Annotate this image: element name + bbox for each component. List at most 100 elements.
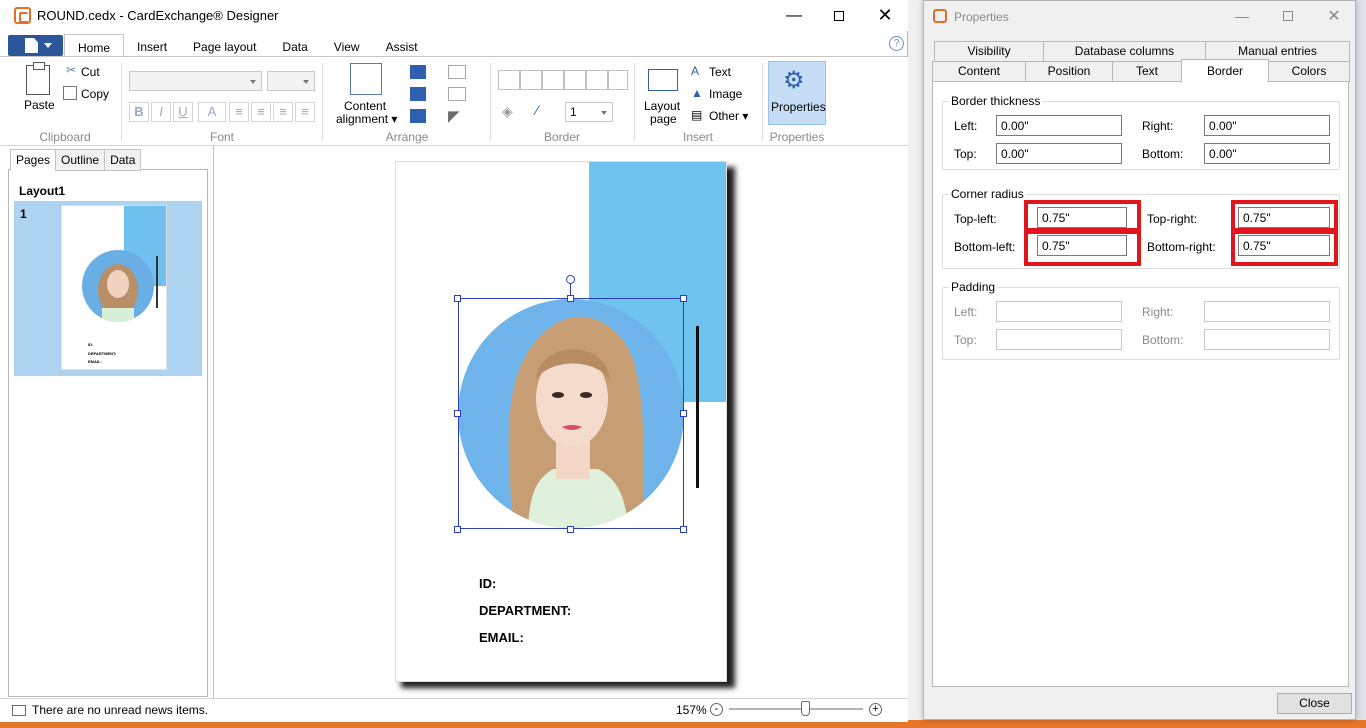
- thumbnail-line: [156, 256, 158, 308]
- minimize-icon[interactable]: —: [1219, 1, 1265, 31]
- rotate-icon[interactable]: ◤: [448, 107, 460, 125]
- background-window-edge: [1356, 0, 1366, 720]
- layout-page-button-line2[interactable]: page: [650, 112, 677, 126]
- thumbnail-label-id: ID:: [88, 342, 94, 347]
- bottom-right-label: Bottom-right:: [1147, 240, 1216, 254]
- padding-left-input[interactable]: [996, 301, 1122, 322]
- border-width-select[interactable]: 1: [565, 102, 613, 122]
- border-right-input[interactable]: 0.00": [1204, 115, 1330, 136]
- tab-insert[interactable]: Insert: [124, 34, 180, 57]
- image-icon: ▲: [691, 86, 703, 100]
- tab-position[interactable]: Position: [1025, 61, 1113, 82]
- resize-handle-bottom-left[interactable]: [454, 526, 461, 533]
- line-color-icon[interactable]: ∕: [536, 102, 538, 118]
- zoom-slider-thumb[interactable]: [801, 701, 810, 716]
- tab-pages[interactable]: Pages: [10, 149, 57, 171]
- maximize-icon[interactable]: [1265, 1, 1311, 31]
- group-label-properties: Properties: [769, 130, 825, 144]
- tab-assist[interactable]: Assist: [373, 34, 431, 57]
- padding-bottom-label: Bottom:: [1142, 333, 1184, 347]
- font-size-select[interactable]: [267, 71, 315, 91]
- align-center-icon[interactable]: ≡: [251, 102, 271, 122]
- fill-bucket-icon[interactable]: ◈: [502, 103, 513, 120]
- padding-right-input[interactable]: [1204, 301, 1330, 322]
- tab-data[interactable]: Data: [269, 34, 320, 57]
- gear-icon: ⚙: [783, 67, 805, 94]
- resize-handle-top[interactable]: [567, 295, 574, 302]
- zoom-out-button[interactable]: -: [710, 703, 723, 716]
- font-color-button[interactable]: A: [198, 102, 226, 122]
- resize-handle-top-left[interactable]: [454, 295, 461, 302]
- border-left-label: Left:: [954, 119, 978, 133]
- align-justify-icon[interactable]: ≡: [295, 102, 315, 122]
- copy-button[interactable]: Copy: [81, 87, 109, 101]
- news-icon[interactable]: [12, 705, 26, 716]
- align-left-icon[interactable]: ≡: [229, 102, 249, 122]
- tab-outline[interactable]: Outline: [55, 149, 106, 171]
- tab-home[interactable]: Home: [64, 34, 125, 57]
- padding-top-input[interactable]: [996, 329, 1122, 350]
- border-left-input[interactable]: 0.00": [996, 115, 1122, 136]
- tab-text[interactable]: Text: [1112, 61, 1182, 82]
- close-icon[interactable]: ✕: [862, 0, 908, 31]
- border-top-label: Top:: [954, 147, 977, 161]
- border-sides-icons[interactable]: [498, 70, 628, 90]
- corner-radius-legend: Corner radius: [949, 187, 1026, 201]
- italic-button[interactable]: I: [151, 102, 171, 122]
- resize-handle-top-right[interactable]: [680, 295, 687, 302]
- resize-handle-bottom-right[interactable]: [680, 526, 687, 533]
- minimize-icon[interactable]: —: [771, 0, 817, 31]
- layout-page-icon[interactable]: [648, 69, 678, 91]
- group-icon[interactable]: [410, 109, 426, 123]
- tab-data-panel[interactable]: Data: [104, 149, 142, 171]
- font-family-select[interactable]: [129, 71, 262, 91]
- zoom-in-button[interactable]: +: [869, 703, 882, 716]
- underline-button[interactable]: U: [173, 102, 193, 122]
- copy-icon: [63, 86, 77, 100]
- selection-box: [458, 298, 684, 529]
- paste-icon[interactable]: [26, 62, 50, 95]
- designer-window: ROUND.cedx - CardExchange® Designer — ✕ …: [0, 0, 908, 722]
- insert-text-button[interactable]: Text: [709, 65, 731, 79]
- tab-colors[interactable]: Colors: [1268, 61, 1350, 82]
- padding-bottom-input[interactable]: [1204, 329, 1330, 350]
- help-icon[interactable]: ?: [889, 36, 904, 51]
- card-vertical-line[interactable]: [696, 326, 699, 488]
- border-top-input[interactable]: 0.00": [996, 143, 1122, 164]
- layout-page-button-line1[interactable]: Layout: [644, 99, 680, 113]
- tab-visibility[interactable]: Visibility: [934, 41, 1044, 62]
- content-alignment-button-line1[interactable]: Content: [344, 99, 386, 113]
- resize-handle-bottom[interactable]: [567, 526, 574, 533]
- align-icon[interactable]: [448, 65, 466, 79]
- paste-button[interactable]: Paste: [24, 98, 55, 112]
- insert-other-button[interactable]: Other ▾: [709, 109, 748, 123]
- content-alignment-button-line2[interactable]: alignment ▾: [336, 112, 397, 126]
- card-label-department[interactable]: DEPARTMENT:: [479, 603, 571, 618]
- tab-view[interactable]: View: [321, 34, 373, 57]
- cut-button[interactable]: Cut: [81, 65, 100, 79]
- card-label-id[interactable]: ID:: [479, 576, 496, 591]
- send-backward-icon[interactable]: [410, 87, 426, 101]
- maximize-icon[interactable]: [816, 0, 862, 31]
- tab-page-layout[interactable]: Page layout: [180, 34, 269, 57]
- distribute-icon[interactable]: [448, 87, 466, 101]
- cardexchange-logo-icon: [14, 7, 31, 24]
- bring-forward-icon[interactable]: [410, 65, 426, 79]
- page-thumbnail[interactable]: ID: DEPARTMENT: EMAIL:: [61, 205, 167, 370]
- close-icon[interactable]: ✕: [1311, 1, 1357, 31]
- properties-button[interactable]: ⚙ Properties: [768, 61, 826, 125]
- resize-handle-left[interactable]: [454, 410, 461, 417]
- card-label-email[interactable]: EMAIL:: [479, 630, 524, 645]
- content-alignment-icon[interactable]: [350, 63, 382, 95]
- zoom-slider[interactable]: [729, 708, 863, 710]
- rotation-handle[interactable]: [566, 275, 575, 284]
- resize-handle-right[interactable]: [680, 410, 687, 417]
- bold-button[interactable]: B: [129, 102, 149, 122]
- close-button[interactable]: Close: [1277, 693, 1352, 714]
- border-bottom-input[interactable]: 0.00": [1204, 143, 1330, 164]
- file-menu-button[interactable]: [8, 35, 63, 56]
- insert-image-button[interactable]: Image: [709, 87, 742, 101]
- tab-content[interactable]: Content: [932, 61, 1026, 82]
- tab-border[interactable]: Border: [1181, 59, 1269, 83]
- align-right-icon[interactable]: ≡: [273, 102, 293, 122]
